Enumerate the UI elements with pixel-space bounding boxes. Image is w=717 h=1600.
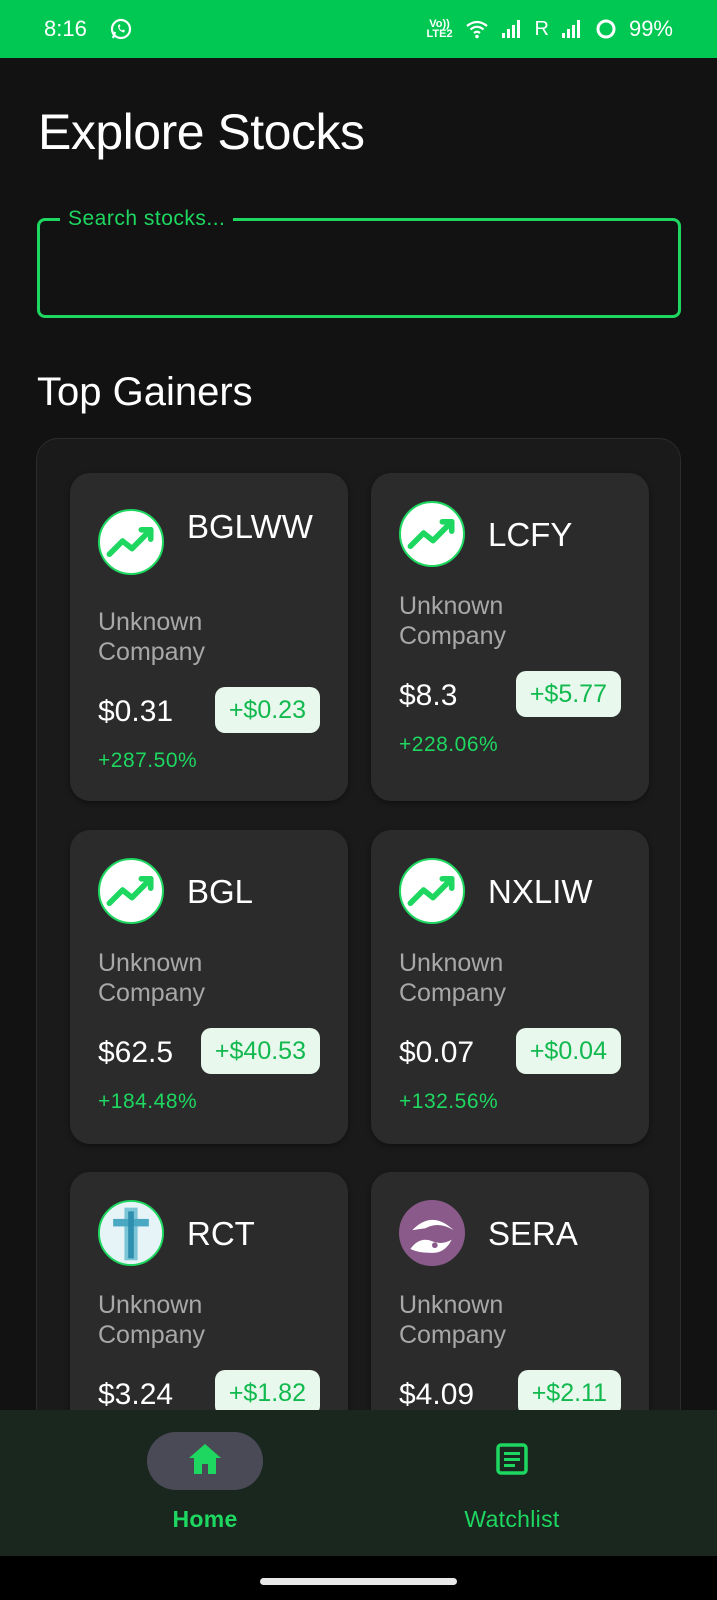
trend-up-icon [399, 858, 465, 924]
trend-up-icon [98, 509, 164, 575]
price-change-badge: +$5.77 [515, 671, 621, 717]
status-bar: 8:16 Vo)) LTE2 R 99% [0, 0, 717, 58]
stock-card[interactable]: LCFY Unknown Company $8.3 +$5.77 +228.06… [371, 473, 649, 801]
search-field[interactable]: Search stocks... [37, 207, 681, 318]
company-name: Unknown Company [98, 949, 205, 1007]
battery-ring-icon [595, 18, 617, 40]
system-gesture-area [0, 1556, 717, 1600]
company-name: Unknown Company [399, 1291, 506, 1349]
battery-percent: 99% [628, 16, 673, 41]
price-change-badge: +$40.53 [200, 1028, 320, 1074]
page-title: Explore Stocks [38, 104, 365, 160]
nav-home-indicator [147, 1432, 263, 1490]
price-change-badge: +$0.23 [214, 687, 320, 733]
trend-up-icon [98, 858, 164, 924]
stock-symbol: NXLIW [488, 873, 593, 910]
nav-watchlist[interactable]: Watchlist [412, 1410, 612, 1556]
stock-symbol: BGL [187, 873, 254, 910]
sera-logo-icon [399, 1200, 465, 1266]
whatsapp-icon [109, 17, 133, 41]
trend-up-icon [399, 501, 465, 567]
home-icon [187, 1442, 223, 1481]
company-name: Unknown Company [399, 949, 506, 1007]
percent-change: +132.56% [399, 1090, 499, 1113]
wifi-icon [465, 19, 489, 39]
company-name: Unknown Company [98, 1291, 205, 1349]
top-gainers-grid: BGLWW Unknown Company $0.31 +$0.23 +287.… [36, 438, 681, 1472]
signal-icon [501, 19, 523, 39]
stock-card[interactable]: NXLIW Unknown Company $0.07 +$0.04 +132.… [371, 830, 649, 1144]
stock-price: $0.07 [399, 1036, 475, 1069]
stock-symbol: SERA [488, 1215, 578, 1252]
nav-watchlist-indicator [454, 1432, 570, 1490]
nav-home-label: Home [172, 1506, 238, 1532]
stock-symbol: RCT [187, 1215, 255, 1252]
status-time: 8:16 [44, 16, 87, 41]
stock-price: $8.3 [399, 679, 458, 712]
signal-icon-2 [561, 19, 583, 39]
stock-card[interactable]: BGLWW Unknown Company $0.31 +$0.23 +287.… [70, 473, 348, 801]
price-change-badge: +$0.04 [515, 1028, 621, 1074]
percent-change: +287.50% [98, 749, 198, 772]
home-gesture-handle[interactable] [260, 1578, 457, 1585]
nav-watchlist-label: Watchlist [464, 1506, 560, 1532]
percent-change: +184.48% [98, 1090, 198, 1113]
stock-card[interactable]: BGL Unknown Company $62.5 +$40.53 +184.4… [70, 830, 348, 1144]
nav-home[interactable]: Home [105, 1410, 305, 1556]
stock-symbol: LCFY [488, 516, 573, 553]
company-name: Unknown Company [399, 592, 506, 650]
watchlist-icon [495, 1442, 529, 1481]
company-name: Unknown Company [98, 608, 205, 666]
stock-price: $4.09 [399, 1378, 475, 1411]
section-title: Top Gainers [37, 370, 253, 414]
bottom-navigation: Home Watchlist [0, 1410, 717, 1556]
rct-logo-icon [98, 1200, 164, 1266]
search-input[interactable] [40, 221, 678, 315]
volte-indicator: Vo)) LTE2 [426, 18, 453, 40]
stock-price: $62.5 [98, 1036, 174, 1069]
stock-price: $0.31 [98, 695, 174, 728]
stock-symbol: BGLWW [187, 508, 313, 545]
roaming-indicator: R [534, 17, 549, 40]
percent-change: +228.06% [399, 733, 499, 756]
stock-price: $3.24 [98, 1378, 174, 1411]
